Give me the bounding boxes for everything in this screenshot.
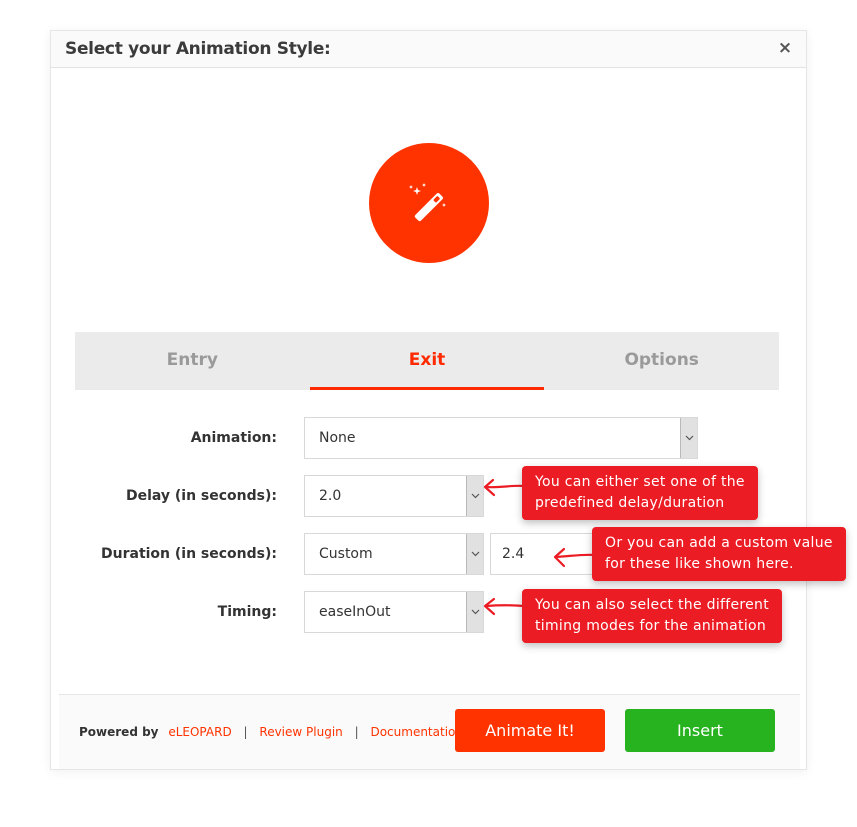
- powered-by-label: Powered by: [79, 725, 159, 739]
- chevron-down-icon[interactable]: [466, 592, 483, 632]
- chevron-down-icon[interactable]: [680, 418, 697, 458]
- animation-style-dialog: Select your Animation Style: × Entry Exi…: [50, 30, 807, 770]
- animation-select[interactable]: None: [304, 417, 698, 459]
- duration-select-value: Custom: [319, 546, 373, 562]
- callout-timing: You can also select the different timing…: [522, 589, 783, 643]
- footer-links: Powered by eLEOPARD | Review Plugin | Do…: [79, 725, 463, 739]
- animation-select-value: None: [319, 430, 356, 446]
- dialog-title: Select your Animation Style:: [65, 39, 331, 59]
- delay-label: Delay (in seconds):: [125, 488, 277, 504]
- delay-select[interactable]: 2.0: [304, 475, 484, 517]
- timing-select-value: easeInOut: [319, 604, 391, 620]
- callout-delay-line1: You can either set one of the: [535, 474, 745, 490]
- close-icon: ×: [777, 38, 793, 58]
- delay-select-value: 2.0: [319, 488, 342, 504]
- duration-label: Duration (in seconds):: [101, 546, 277, 562]
- animation-label: Animation:: [190, 430, 277, 446]
- dialog-header: Select your Animation Style: ×: [51, 31, 806, 68]
- duration-select[interactable]: Custom: [304, 533, 484, 575]
- tab-exit[interactable]: Exit: [309, 332, 545, 390]
- eleopard-link[interactable]: eLEOPARD: [168, 725, 231, 739]
- chevron-down-icon[interactable]: [466, 476, 483, 516]
- callout-timing-line1: You can also select the different: [535, 597, 770, 613]
- callout-arrow-timing: [483, 597, 526, 616]
- separator: |: [243, 725, 248, 739]
- close-button[interactable]: ×: [776, 38, 794, 58]
- tab-entry[interactable]: Entry: [75, 332, 310, 390]
- timing-label: Timing:: [217, 604, 277, 620]
- chevron-down-icon[interactable]: [466, 534, 483, 574]
- timing-select[interactable]: easeInOut: [304, 591, 484, 633]
- callout-timing-line2: timing modes for the animation: [535, 618, 767, 634]
- callout-delay: You can either set one of the predefined…: [522, 466, 758, 520]
- tab-options[interactable]: Options: [544, 332, 779, 390]
- callout-custom-line2: for these like shown here.: [605, 556, 794, 572]
- magic-wand-icon: [409, 183, 446, 222]
- insert-button[interactable]: Insert: [625, 709, 775, 752]
- animation-row: Animation: None: [51, 417, 806, 459]
- callout-arrow-delay: [483, 478, 526, 497]
- review-plugin-link[interactable]: Review Plugin: [259, 725, 342, 739]
- callout-custom-line1: Or you can add a custom value: [605, 535, 833, 551]
- separator: |: [354, 725, 359, 739]
- animate-it-button[interactable]: Animate It!: [455, 709, 605, 752]
- documentation-link[interactable]: Documentation: [370, 725, 463, 739]
- tab-bar: Entry Exit Options: [75, 332, 779, 390]
- callout-delay-line2: predefined delay/duration: [535, 495, 725, 511]
- callout-custom: Or you can add a custom value for these …: [592, 527, 846, 581]
- magic-wand-badge: [369, 143, 489, 263]
- dialog-footer: Powered by eLEOPARD | Review Plugin | Do…: [59, 695, 800, 769]
